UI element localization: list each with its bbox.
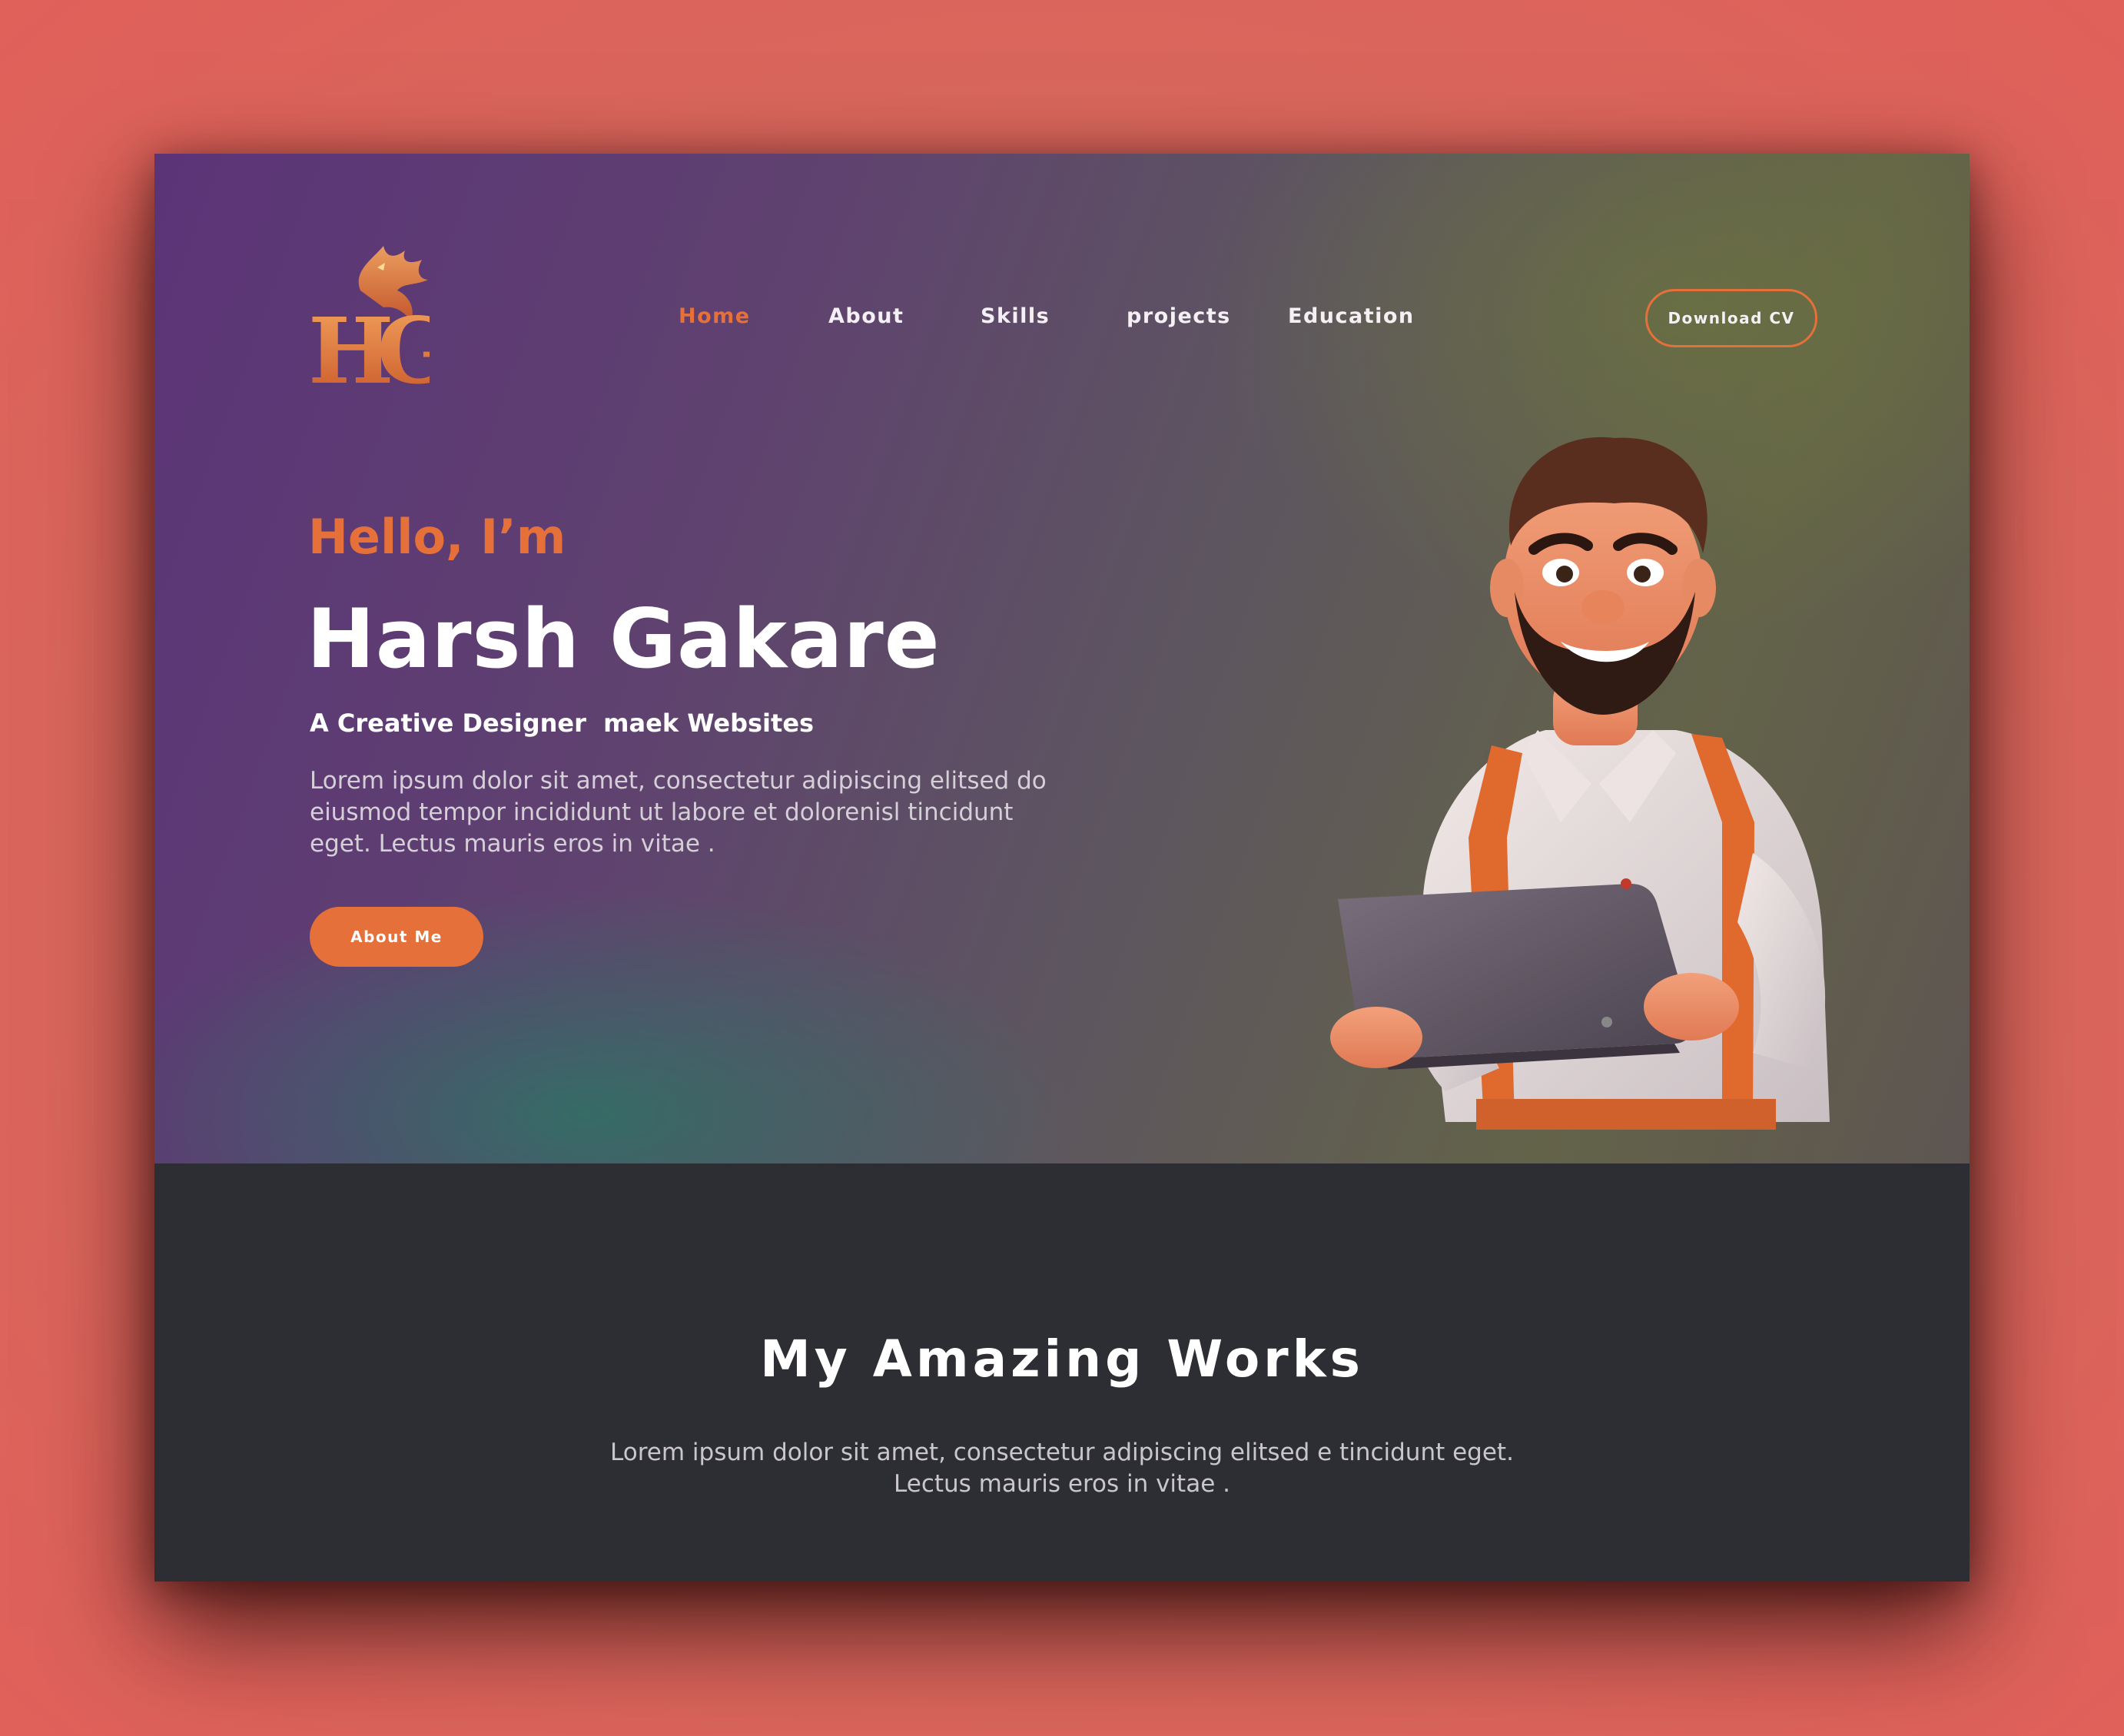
dragon-logo-icon[interactable]: HG	[307, 237, 430, 394]
browser-frame: HG Home About Skills projects Education …	[154, 154, 1970, 1582]
hero-intro-text: Lorem ipsum dolor sit amet, consectetur …	[310, 767, 1047, 858]
works-description: Lorem ipsum dolor sit amet, consectetur …	[610, 1439, 1514, 1498]
hero-section: HG Home About Skills projects Education …	[154, 154, 1970, 1163]
nav-projects[interactable]: projects	[1127, 304, 1231, 328]
about-me-button[interactable]: About Me	[310, 907, 483, 967]
nav-home[interactable]: Home	[679, 304, 751, 328]
download-cv-button[interactable]: Download CV	[1645, 289, 1817, 347]
nav-education[interactable]: Education	[1288, 304, 1415, 328]
nav-about[interactable]: About	[828, 304, 904, 328]
developer-avatar-icon	[1330, 436, 1830, 1130]
works-title: My Amazing Works	[760, 1329, 1364, 1389]
nav-skills[interactable]: Skills	[981, 304, 1050, 328]
works-section: My Amazing Works Lorem ipsum dolor sit a…	[154, 1163, 1970, 1582]
hero-tagline: A Creative Designer maek Websites	[310, 709, 815, 738]
hero-name: Harsh Gakare	[307, 592, 941, 686]
logo-letters: HG	[308, 297, 430, 394]
hero-greeting: Hello, I’m	[308, 509, 566, 565]
